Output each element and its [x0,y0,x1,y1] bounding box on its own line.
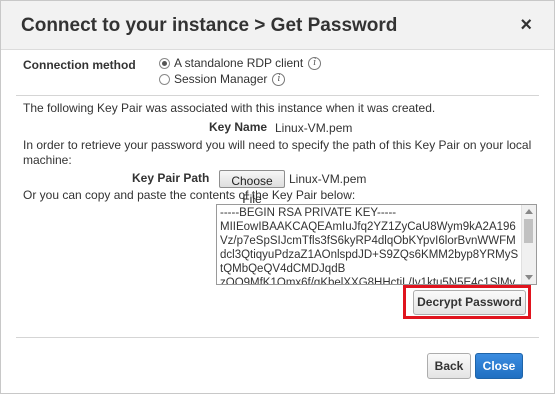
radio-standalone-rdp[interactable]: A standalone RDP client i [159,56,322,70]
key-pair-textarea[interactable]: -----BEGIN RSA PRIVATE KEY----- MIIEowIB… [216,204,537,285]
retrieve-instructions-line1: In order to retrieve your password you w… [23,138,532,152]
decrypt-password-button[interactable]: Decrypt Password [413,290,526,315]
radio-session-manager[interactable]: Session Manager i [159,72,286,86]
info-icon[interactable]: i [272,72,286,86]
divider [16,95,539,96]
radio-session-manager-label: Session Manager [174,72,268,86]
key-name-label: Key Name [209,120,268,134]
dialog-header: Connect to your instance > Get Password … [1,1,554,50]
back-button[interactable]: Back [427,353,471,379]
key-pair-note: The following Key Pair was associated wi… [23,101,436,115]
dialog-title: Connect to your instance > Get Password [21,15,398,36]
info-icon[interactable]: i [308,56,322,70]
close-button[interactable]: Close [475,353,523,379]
radio-selected-icon[interactable] [159,57,170,69]
radio-unselected-icon[interactable] [159,73,170,85]
textarea-scrollbar[interactable] [521,205,536,284]
retrieve-instructions-line2: machine: [23,153,72,167]
get-password-dialog: Connect to your instance > Get Password … [0,0,555,394]
paste-key-note: Or you can copy and paste the contents o… [23,188,356,202]
scroll-up-icon[interactable] [525,209,533,214]
key-pair-contents: -----BEGIN RSA PRIVATE KEY----- MIIEowIB… [220,207,519,285]
key-pair-path-label: Key Pair Path [132,171,210,185]
connection-method-label: Connection method [23,58,136,72]
scrollbar-thumb[interactable] [524,219,533,243]
key-name-value: Linux-VM.pem [275,121,353,135]
radio-standalone-rdp-label: A standalone RDP client [174,56,304,70]
chosen-file-name: Linux-VM.pem [289,172,367,186]
close-icon[interactable]: × [520,15,532,35]
footer-divider [16,337,539,338]
choose-file-button[interactable]: Choose File [219,170,285,206]
scroll-down-icon[interactable] [525,275,533,280]
